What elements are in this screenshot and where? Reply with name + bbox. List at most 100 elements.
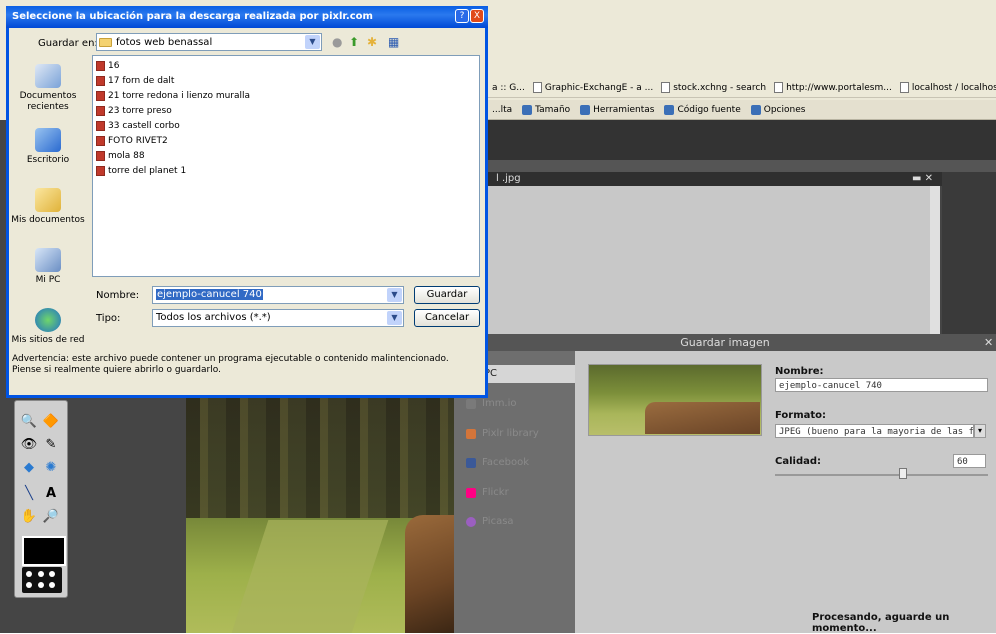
- options-icon: [750, 104, 761, 115]
- image-file-icon: [96, 76, 105, 86]
- save-button[interactable]: Guardar: [414, 286, 480, 304]
- my-computer-icon: [35, 248, 61, 272]
- save-image-title: Guardar imagen: [454, 334, 996, 351]
- place-my-computer[interactable]: Mi PC: [9, 248, 87, 286]
- help-icon[interactable]: ?: [455, 9, 469, 23]
- editor-menubar: [488, 120, 996, 160]
- pen-icon[interactable]: ╲: [21, 485, 37, 501]
- quality-label: Calidad:: [775, 456, 822, 467]
- dest-option-flickr[interactable]: Flickr: [466, 487, 509, 498]
- zoom-icon[interactable]: 🔍: [21, 413, 37, 429]
- browser-toolbar: ...lta Tamaño Herramientas Código fuente…: [488, 100, 996, 120]
- file-item[interactable]: 33 castell corbo: [96, 121, 180, 131]
- back-icon[interactable]: ●: [332, 35, 342, 49]
- color-swatch[interactable]: [22, 536, 66, 566]
- quality-slider-track[interactable]: [775, 474, 988, 476]
- dest-option-immio[interactable]: Imm.io: [466, 398, 517, 409]
- file-item[interactable]: 17 forn de dalt: [96, 76, 174, 86]
- recent-documents-icon: [35, 64, 61, 88]
- source-icon: [664, 104, 675, 115]
- save-image-close-icon[interactable]: ✕: [984, 336, 993, 349]
- file-name-input[interactable]: ejemplo-canucel 740 ▼: [152, 286, 404, 304]
- bookmark-1[interactable]: a :: G...: [492, 83, 525, 93]
- name-input[interactable]: ejemplo-canucel 740: [775, 378, 988, 392]
- file-item[interactable]: 23 torre preso: [96, 106, 172, 116]
- desktop-icon: [35, 128, 61, 152]
- new-folder-icon[interactable]: ✱: [367, 35, 377, 49]
- place-recent-documents[interactable]: Documentos recientes: [9, 64, 87, 113]
- toolbar-source[interactable]: Código fuente: [664, 104, 741, 115]
- file-item[interactable]: 21 torre redona i lienzo muralla: [96, 91, 250, 101]
- bookmark-5[interactable]: localhost / localhost | ...: [899, 82, 996, 93]
- file-name-label: Nombre:: [96, 290, 140, 301]
- editor-band: [488, 160, 996, 172]
- format-dropdown-icon[interactable]: ▾: [974, 424, 986, 438]
- bookmarks-bar: a :: G... Graphic-ExchangE - a ... stock…: [488, 78, 996, 98]
- pixlr-library-icon: [466, 428, 476, 439]
- format-select[interactable]: JPEG (bueno para la mayoria de las foto: [775, 424, 974, 438]
- size-icon: [522, 104, 533, 115]
- cancel-button[interactable]: Cancelar: [414, 309, 480, 327]
- file-item[interactable]: mola 88: [96, 151, 145, 161]
- bookmark-2[interactable]: Graphic-ExchangE - a ...: [532, 82, 653, 93]
- file-type-value: Todos los archivos (*.*): [156, 312, 271, 323]
- page-icon: [661, 82, 671, 93]
- file-item[interactable]: FOTO RIVET2: [96, 136, 168, 146]
- page-icon: [774, 82, 784, 93]
- hand-icon[interactable]: ✋: [21, 508, 37, 524]
- close-icon[interactable]: X: [470, 9, 484, 23]
- dest-option-picasa[interactable]: Picasa: [466, 516, 514, 527]
- file-item[interactable]: 16: [96, 61, 119, 71]
- place-desktop[interactable]: Escritorio: [9, 128, 87, 166]
- image-file-icon: [96, 91, 105, 101]
- bookmark-4[interactable]: http://www.portalesm...: [774, 82, 892, 93]
- file-name-value: ejemplo-canucel 740: [156, 289, 263, 300]
- image-file-icon: [96, 61, 105, 71]
- place-my-documents[interactable]: Mis documentos: [9, 188, 87, 226]
- magnifier-icon[interactable]: 🔎: [43, 508, 59, 524]
- quality-slider-thumb[interactable]: [899, 468, 907, 479]
- up-folder-icon[interactable]: ⬆: [349, 35, 359, 49]
- my-documents-icon: [35, 188, 61, 212]
- toolbar-options[interactable]: Opciones: [750, 104, 805, 115]
- facebook-icon: [466, 457, 476, 468]
- tool-grid[interactable]: [22, 567, 62, 593]
- text-tool-icon[interactable]: A: [43, 485, 59, 501]
- sponge-icon[interactable]: ✺: [43, 459, 59, 475]
- page-icon: [899, 82, 909, 93]
- brush-icon[interactable]: ✎: [43, 436, 59, 452]
- network-icon: [35, 308, 61, 332]
- image-file-icon: [96, 136, 105, 146]
- document-window-controls[interactable]: ▬ ✕: [912, 173, 933, 184]
- chevron-down-icon[interactable]: ▼: [387, 288, 402, 302]
- dest-option-facebook[interactable]: Facebook: [466, 457, 529, 468]
- picasa-icon: [466, 516, 476, 527]
- toolbar-tools[interactable]: Herramientas: [580, 104, 654, 115]
- format-label: Formato:: [775, 410, 827, 421]
- paint-bucket-icon[interactable]: 🔶: [43, 413, 59, 429]
- place-network[interactable]: Mis sitios de red: [9, 308, 87, 346]
- chevron-down-icon[interactable]: ▼: [305, 35, 320, 49]
- warning-text: Advertencia: este archivo puede contener…: [12, 354, 482, 376]
- bookmark-3[interactable]: stock.xchng - search: [661, 82, 766, 93]
- image-file-icon: [96, 106, 105, 116]
- quality-value[interactable]: 60: [953, 454, 986, 468]
- red-eye-icon[interactable]: 👁: [21, 436, 38, 452]
- chevron-down-icon[interactable]: ▼: [387, 311, 402, 325]
- page-icon: [532, 82, 542, 93]
- dest-option-pixlr-library[interactable]: Pixlr library: [466, 428, 539, 439]
- tools-icon: [580, 104, 591, 115]
- editor-right-panel: [942, 172, 996, 337]
- file-item[interactable]: torre del planet 1: [96, 166, 186, 176]
- toolbar-size[interactable]: Tamaño: [522, 104, 570, 115]
- image-file-icon: [96, 166, 105, 176]
- save-in-combo[interactable]: fotos web benassal ▼: [96, 33, 322, 51]
- toolbar-item-1[interactable]: ...lta: [492, 105, 512, 115]
- file-type-select[interactable]: Todos los archivos (*.*) ▼: [152, 309, 404, 327]
- document-canvas[interactable]: [488, 186, 940, 336]
- name-label: Nombre:: [775, 366, 824, 377]
- flickr-icon: [466, 487, 476, 498]
- document-scrollbar[interactable]: [930, 186, 940, 336]
- views-menu-icon[interactable]: ▦: [388, 35, 399, 49]
- sharpen-icon[interactable]: ◆: [21, 459, 37, 475]
